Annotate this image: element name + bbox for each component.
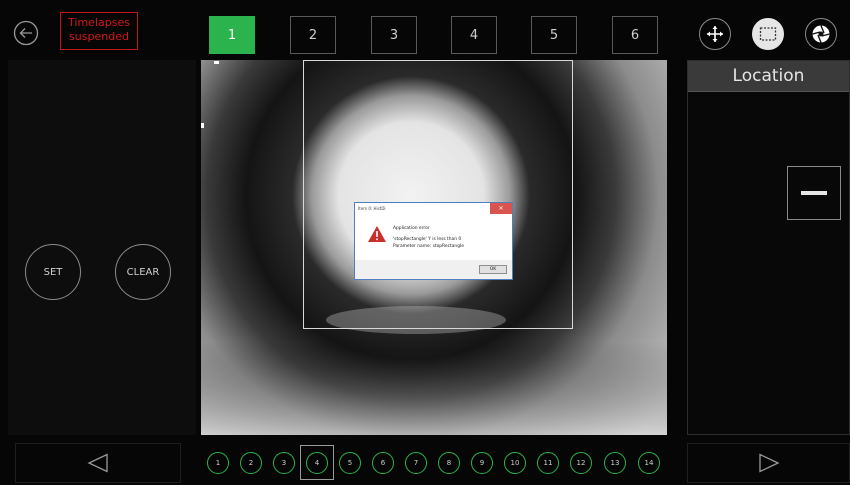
back-arrow-icon: [13, 20, 39, 46]
dialog-heading: Application error: [393, 226, 430, 231]
selection-rectangle-icon: [759, 27, 777, 41]
minus-icon: [801, 191, 827, 195]
frame-button-11[interactable]: 11: [537, 452, 559, 474]
tab-6[interactable]: 6: [612, 16, 658, 54]
frame-button-7[interactable]: 7: [405, 452, 427, 474]
location-panel: [687, 60, 850, 435]
dialog-message: 'stopRectangle' Y is less than 0: [393, 237, 462, 242]
frame-button-4[interactable]: 4: [306, 452, 328, 474]
error-dialog: Item 0: HistDi ✕ Application error 'stop…: [354, 202, 513, 280]
dialog-close-button[interactable]: ✕: [490, 203, 512, 214]
timelapse-status-badge: Timelapses suspended: [60, 12, 138, 50]
set-button[interactable]: SET: [25, 244, 81, 300]
tab-3[interactable]: 3: [371, 16, 417, 54]
roi-edge-marker[interactable]: [201, 123, 204, 128]
dialog-body: Application error 'stopRectangle' Y is l…: [355, 214, 512, 260]
frame-button-14[interactable]: 14: [638, 452, 660, 474]
move-arrows-icon: [707, 26, 723, 42]
dialog-parameter: Parameter name: stopRectangle: [393, 244, 464, 249]
back-button[interactable]: [13, 20, 39, 46]
clear-button[interactable]: CLEAR: [115, 244, 171, 300]
frame-button-9[interactable]: 9: [471, 452, 493, 474]
tab-2[interactable]: 2: [290, 16, 336, 54]
frame-button-8[interactable]: 8: [438, 452, 460, 474]
frame-button-10[interactable]: 10: [504, 452, 526, 474]
tab-4[interactable]: 4: [451, 16, 497, 54]
dialog-title: Item 0: HistDi: [355, 203, 512, 214]
next-button[interactable]: [687, 443, 850, 483]
error-warning-icon: [368, 226, 386, 242]
frame-button-5[interactable]: 5: [339, 452, 361, 474]
zoom-out-button[interactable]: [787, 166, 841, 220]
region-of-interest-rectangle[interactable]: [303, 60, 573, 329]
location-panel-title: Location: [688, 61, 849, 92]
tab-1[interactable]: 1: [209, 16, 255, 54]
roi-corner-marker[interactable]: [214, 61, 219, 64]
selection-tool-button[interactable]: [752, 18, 784, 50]
frame-button-6[interactable]: 6: [372, 452, 394, 474]
dialog-ok-button[interactable]: OK: [479, 265, 507, 274]
frame-button-13[interactable]: 13: [604, 452, 626, 474]
previous-button[interactable]: [15, 443, 181, 483]
frame-button-3[interactable]: 3: [273, 452, 295, 474]
left-panel: [8, 60, 196, 435]
aperture-icon: [812, 25, 830, 43]
triangle-right-icon: [758, 453, 780, 473]
tab-5[interactable]: 5: [531, 16, 577, 54]
move-tool-button[interactable]: [699, 18, 731, 50]
frame-button-1[interactable]: 1: [207, 452, 229, 474]
frame-button-2[interactable]: 2: [240, 452, 262, 474]
frame-button-12[interactable]: 12: [570, 452, 592, 474]
capture-tool-button[interactable]: [805, 18, 837, 50]
triangle-left-icon: [87, 453, 108, 473]
